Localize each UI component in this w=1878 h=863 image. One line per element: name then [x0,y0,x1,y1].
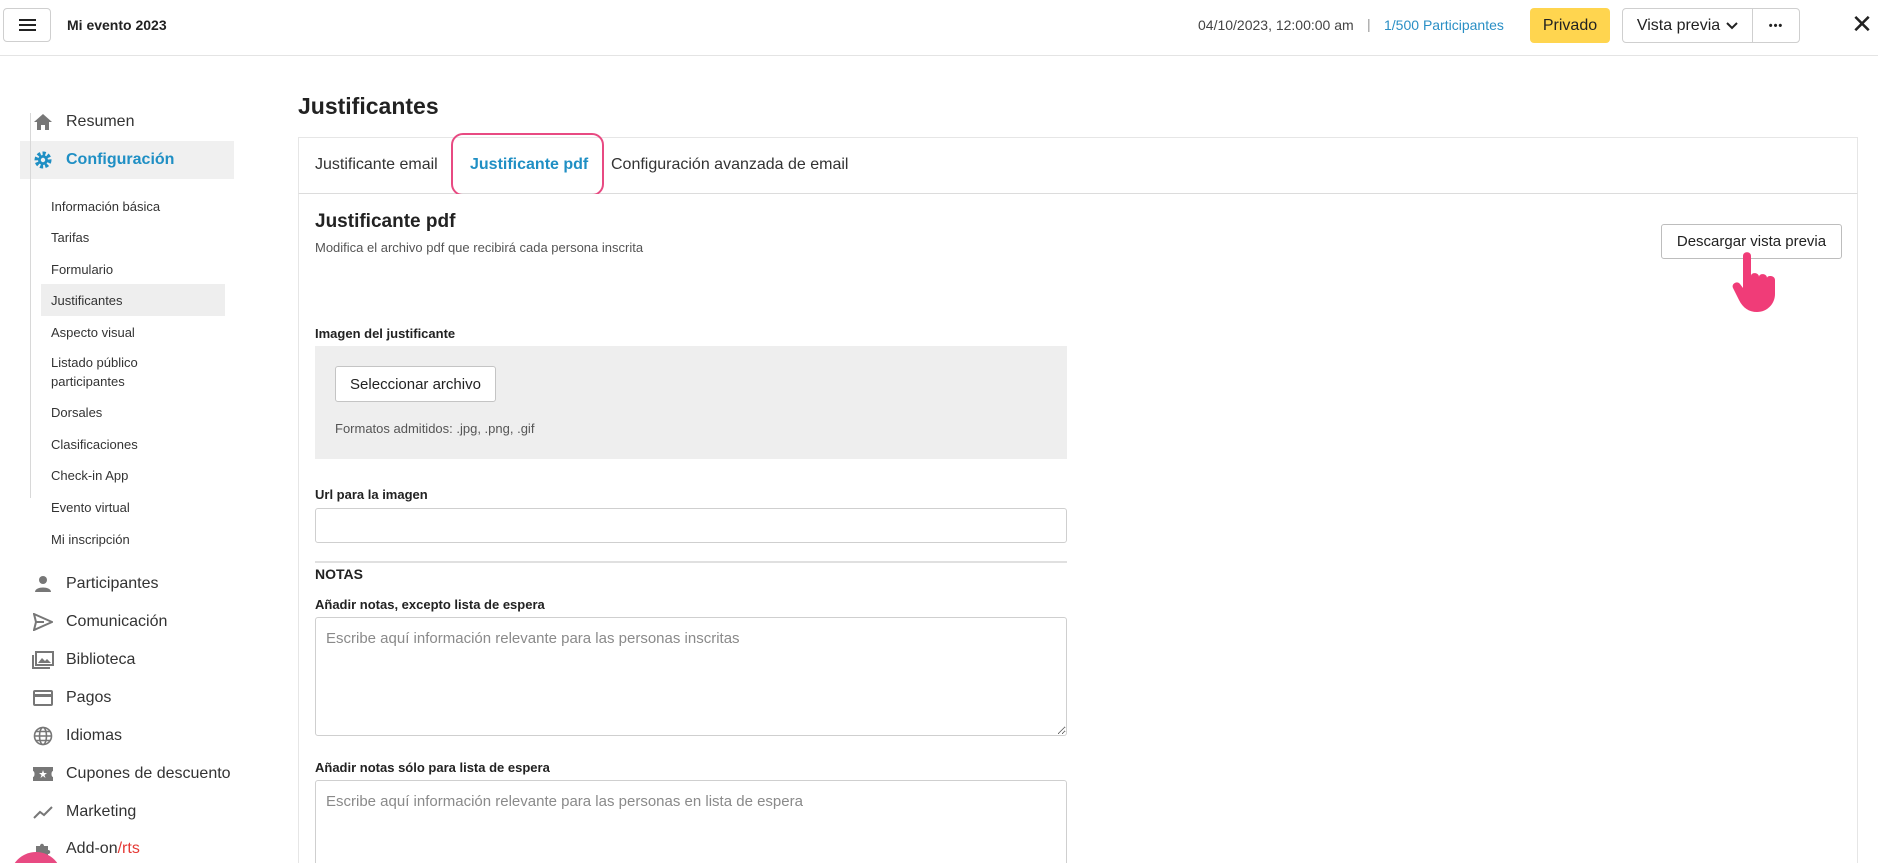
subnav-tarifas[interactable]: Tarifas [41,226,225,248]
participants-link[interactable]: 1/500 Participantes [1384,17,1504,33]
chevron-down-icon [1726,21,1738,29]
person-icon [32,573,54,595]
sidebar-item-participantes[interactable]: Participantes [20,565,234,603]
close-icon[interactable]: ✕ [1850,11,1874,37]
sidebar-item-label: Comunicación [66,613,168,630]
formats-hint: Formatos admitidos: .jpg, .png, .gif [335,421,535,436]
preview-dropdown-button[interactable]: Vista previa [1622,8,1753,43]
hamburger-icon [18,18,36,32]
subnav-mi-inscripcion[interactable]: Mi inscripción [41,528,225,550]
section-title: Justificante pdf [315,211,456,232]
participants-count: 1/500 [1384,17,1420,33]
sidebar-item-label: Marketing [66,803,137,820]
image-label: Imagen del justificante [315,326,456,341]
waitlist-notes-textarea[interactable] [315,780,1067,863]
menu-button[interactable] [3,8,51,42]
select-file-button[interactable]: Seleccionar archivo [335,366,496,402]
event-title: Mi evento 2023 [67,17,167,33]
tab-config-avanzada-email[interactable]: Configuración avanzada de email [611,156,848,174]
subnav-formulario[interactable]: Formulario [41,258,225,280]
url-label: Url para la imagen [315,487,428,502]
globe-icon [32,725,54,747]
image-url-input[interactable] [315,508,1067,543]
subnav-evento-virtual[interactable]: Evento virtual [41,496,225,518]
header-separator: | [1367,16,1371,32]
subnav-checkin-app[interactable]: Check-in App [41,464,225,486]
pointer-hand-icon [1732,252,1775,312]
participants-label: Participantes [1422,17,1504,33]
sidebar-item-cupones[interactable]: Cupones de descuento [20,755,234,793]
sidebar-item-pagos[interactable]: Pagos [20,679,234,717]
top-bar: Mi evento 2023 04/10/2023, 12:00:00 am |… [0,0,1878,56]
notes-divider [315,561,1067,563]
more-icon: ••• [1768,19,1784,32]
waitlist-notes-label: Añadir notas sólo para lista de espera [315,760,550,775]
subnav-aspecto-visual[interactable]: Aspecto visual [41,321,225,343]
subnav-dorsales[interactable]: Dorsales [41,401,225,423]
gallery-icon [32,649,54,671]
sidebar-item-comunicacion[interactable]: Comunicación [20,603,234,641]
sidebar-item-configuracion[interactable]: Configuración [20,141,234,179]
sidebar-item-label: Biblioteca [66,651,136,668]
subnav-clasificaciones[interactable]: Clasificaciones [41,433,225,455]
sidebar-item-label: Add-on/rts [66,840,140,858]
sidebar-item-label: Configuración [66,151,175,168]
trend-icon [32,801,54,823]
subnav-listado-publico[interactable]: Listado público participantes [41,352,191,392]
sidebar-item-biblioteca[interactable]: Biblioteca [20,641,234,679]
sidebar-item-label: Cupones de descuento [66,765,231,782]
notes-heading: NOTAS [315,566,363,582]
card-icon [32,687,54,709]
notes-textarea[interactable] [315,617,1067,736]
ticket-icon [32,763,54,785]
preview-label: Vista previa [1636,16,1721,34]
addon-suffix: /rts [117,840,140,857]
sidebar-item-resumen[interactable]: Resumen [20,103,234,141]
tab-highlight-outline [451,133,604,196]
private-button[interactable]: Privado [1530,8,1610,43]
subnav-guide-line [30,113,31,498]
notes-label: Añadir notas, excepto lista de espera [315,597,545,612]
sidebar-item-idiomas[interactable]: Idiomas [20,717,234,755]
sidebar-item-label: Pagos [66,689,112,706]
home-icon [32,111,54,133]
sidebar-item-marketing[interactable]: Marketing [20,793,234,831]
gear-icon [32,149,54,171]
subnav-justificantes[interactable]: Justificantes [41,284,225,316]
tab-justificante-email[interactable]: Justificante email [315,156,438,174]
upload-area [315,346,1067,459]
subnav-informacion-basica[interactable]: Información básica [41,195,225,217]
sidebar-item-label: Participantes [66,575,159,592]
page-title: Justificantes [298,93,439,119]
event-date: 04/10/2023, 12:00:00 am [1198,17,1354,33]
sidebar-item-label: Idiomas [66,727,123,744]
more-options-button[interactable]: ••• [1752,8,1800,43]
section-subtitle: Modifica el archivo pdf que recibirá cad… [315,240,644,255]
addon-prefix: Add-on [66,840,118,857]
sidebar-item-label: Resumen [66,113,135,130]
send-icon [32,611,54,633]
